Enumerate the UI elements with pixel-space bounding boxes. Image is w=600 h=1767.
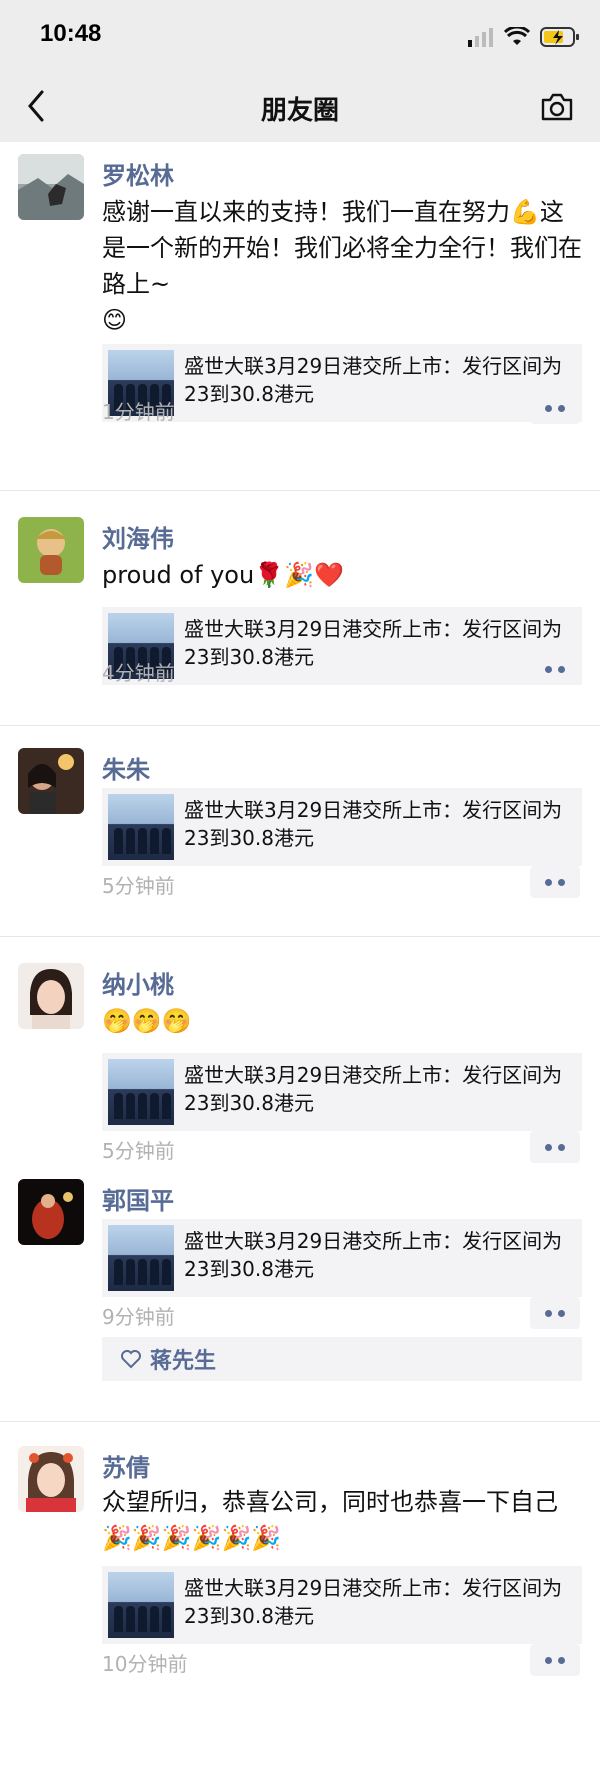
more-options-button[interactable] xyxy=(530,866,580,898)
avatar[interactable] xyxy=(18,963,84,1029)
post-text: 众望所归，恭喜公司，同时也恭喜一下自己🎉🎉🎉🎉🎉🎉 xyxy=(102,1488,558,1552)
moments-feed: 罗松林 感谢一直以来的支持！我们一直在努力💪这是一个新的开始！我们必将全力全行！… xyxy=(0,142,600,1698)
post-text: proud of you🌹🎉❤️ xyxy=(102,561,344,589)
moment-post: 刘海伟 proud of you🌹🎉❤️ 盛世大联3月29日港交所上市：发行区间… xyxy=(0,491,600,726)
post-time: 1分钟前 xyxy=(102,400,175,424)
link-thumbnail xyxy=(108,1572,174,1638)
avatar[interactable] xyxy=(18,1179,84,1245)
top-bar: 10:48 朋友圈 xyxy=(0,0,600,142)
battery-charging-icon xyxy=(540,27,579,47)
shared-link-card[interactable]: 盛世大联3月29日港交所上市：发行区间为23到30.8港元 xyxy=(102,1566,582,1644)
post-time: 9分钟前 xyxy=(102,1305,175,1329)
more-options-button[interactable] xyxy=(530,1297,580,1329)
post-author[interactable]: 朱朱 xyxy=(102,750,150,785)
more-options-button[interactable] xyxy=(530,392,580,424)
moment-post: 苏倩 众望所归，恭喜公司，同时也恭喜一下自己🎉🎉🎉🎉🎉🎉 盛世大联3月29日港交… xyxy=(0,1422,600,1698)
camera-icon[interactable] xyxy=(540,92,574,122)
post-author[interactable]: 苏倩 xyxy=(102,1448,150,1483)
post-time: 5分钟前 xyxy=(102,874,175,898)
more-options-button[interactable] xyxy=(530,1644,580,1676)
link-thumbnail xyxy=(108,1059,174,1125)
heart-icon xyxy=(121,1350,141,1369)
post-author[interactable]: 纳小桃 xyxy=(102,965,174,1000)
more-options-button[interactable] xyxy=(530,1131,580,1163)
avatar[interactable] xyxy=(18,748,84,814)
link-title: 盛世大联3月29日港交所上市：发行区间为23到30.8港元 xyxy=(184,1576,563,1628)
shared-link-card[interactable]: 盛世大联3月29日港交所上市：发行区间为23到30.8港元 xyxy=(102,1219,582,1297)
post-author[interactable]: 罗松林 xyxy=(102,156,174,191)
page-title: 朋友圈 xyxy=(260,96,339,126)
status-time: 10:48 xyxy=(40,20,102,47)
link-title: 盛世大联3月29日港交所上市：发行区间为23到30.8港元 xyxy=(184,1063,563,1115)
shared-link-card[interactable]: 盛世大联3月29日港交所上市：发行区间为23到30.8港元 xyxy=(102,788,582,866)
avatar[interactable] xyxy=(18,517,84,583)
avatar[interactable] xyxy=(18,154,84,220)
post-text: 🤭🤭🤭 xyxy=(102,1007,192,1035)
post-time: 5分钟前 xyxy=(102,1139,175,1163)
link-title: 盛世大联3月29日港交所上市：发行区间为23到30.8港元 xyxy=(184,798,563,850)
wifi-icon xyxy=(504,27,530,45)
post-time: 10分钟前 xyxy=(102,1652,188,1676)
avatar[interactable] xyxy=(18,1446,84,1512)
liker-name[interactable]: 蒋先生 xyxy=(150,1343,216,1375)
post-author[interactable]: 郭国平 xyxy=(102,1181,174,1216)
post-text: 感谢一直以来的支持！我们一直在努力💪这是一个新的开始！我们必将全力全行！我们在路… xyxy=(102,198,582,334)
moment-post: 纳小桃 🤭🤭🤭 盛世大联3月29日港交所上市：发行区间为23到30.8港元 5分… xyxy=(0,937,600,1173)
moment-post: 罗松林 感谢一直以来的支持！我们一直在努力💪这是一个新的开始！我们必将全力全行！… xyxy=(0,142,600,491)
post-time: 4分钟前 xyxy=(102,661,175,685)
moment-post: 郭国平 盛世大联3月29日港交所上市：发行区间为23到30.8港元 9分钟前 蒋… xyxy=(0,1173,600,1422)
moment-post: 朱朱 盛世大联3月29日港交所上市：发行区间为23到30.8港元 5分钟前 xyxy=(0,726,600,937)
link-thumbnail xyxy=(108,794,174,860)
more-options-button[interactable] xyxy=(530,653,580,685)
status-icons xyxy=(468,24,580,50)
link-title: 盛世大联3月29日港交所上市：发行区间为23到30.8港元 xyxy=(184,1229,563,1281)
cellular-signal-icon xyxy=(468,28,493,47)
post-author[interactable]: 刘海伟 xyxy=(102,519,174,554)
shared-link-card[interactable]: 盛世大联3月29日港交所上市：发行区间为23到30.8港元 xyxy=(102,1053,582,1131)
likes-bar: 蒋先生 xyxy=(102,1337,582,1381)
link-title: 盛世大联3月29日港交所上市：发行区间为23到30.8港元 xyxy=(184,354,563,406)
link-title: 盛世大联3月29日港交所上市：发行区间为23到30.8港元 xyxy=(184,617,563,669)
link-thumbnail xyxy=(108,1225,174,1291)
